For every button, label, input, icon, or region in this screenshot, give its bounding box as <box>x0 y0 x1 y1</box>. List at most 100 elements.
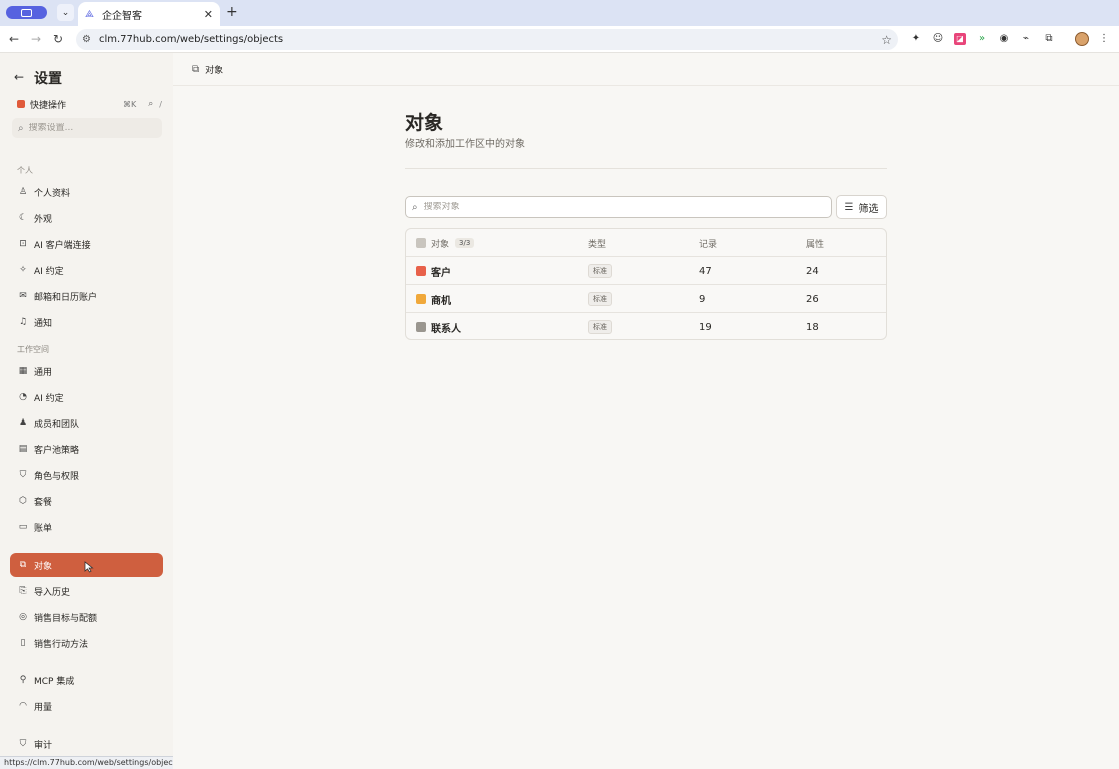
site-settings-icon[interactable]: ⚙ <box>82 34 91 45</box>
back-arrow-icon[interactable]: ← <box>14 70 24 84</box>
table-row[interactable]: 客户 标准 47 24 <box>406 257 886 285</box>
sidebar-item-user[interactable]: ♙ 个人资料 <box>10 180 163 204</box>
header-object: 对象 3/3 <box>416 229 475 257</box>
sidebar-item-ai[interactable]: ◔ AI 约定 <box>10 385 163 409</box>
tab-group-button[interactable] <box>6 6 47 19</box>
forward-icon[interactable]: → <box>31 32 41 46</box>
objects-icon: ⧉ <box>192 63 200 75</box>
sparkle-extension-icon[interactable]: ✦ <box>910 33 922 45</box>
robot-icon: ⊡ <box>19 239 27 249</box>
sidebar-item-label: 账单 <box>34 523 53 534</box>
table-row[interactable]: 联系人 标准 19 18 <box>406 313 886 339</box>
settings-search[interactable]: ⌕ <box>12 118 162 138</box>
object-type-cell: 标准 <box>588 313 612 339</box>
sidebar-item-gauge[interactable]: ◠ 用量 <box>10 694 163 718</box>
grid-icon: ▦ <box>18 366 28 376</box>
url-field[interactable]: ⚙ clm.77hub.com/web/settings/objects ☆ <box>76 29 898 50</box>
browser-menu-icon[interactable]: ⋮ <box>1098 33 1110 45</box>
new-tab-button[interactable]: + <box>226 4 238 20</box>
sidebar-item-shield[interactable]: ⛉ 角色与权限 <box>10 463 163 487</box>
tool-extension-icon[interactable]: ⌁ <box>1020 33 1032 45</box>
breadcrumb-label: 对象 <box>205 65 224 76</box>
sidebar-item-label: AI 约定 <box>34 393 64 404</box>
ai-icon: ◔ <box>19 392 27 402</box>
pink-extension-icon[interactable]: ◪ <box>954 33 966 45</box>
objects-table: 对象 3/3 类型 记录 属性 客户 标准 47 24 商机 标准 9 26 联系人 标准 19 18 <box>405 228 887 340</box>
sidebar-item-package[interactable]: ⬡ 套餐 <box>10 489 163 513</box>
sidebar-item-label: 销售目标与配额 <box>34 613 98 624</box>
sidebar-item-label: 个人资料 <box>34 188 71 199</box>
book-icon: ▯ <box>20 638 26 648</box>
user-icon: ♙ <box>18 187 28 197</box>
url-text[interactable]: clm.77hub.com/web/settings/objects <box>99 34 881 45</box>
sidebar-item-label: 成员和团队 <box>34 419 80 430</box>
records-cell: 19 <box>699 313 712 339</box>
settings-search-input[interactable] <box>28 123 149 133</box>
type-badge: 标准 <box>588 292 612 306</box>
object-search-input[interactable] <box>423 202 814 212</box>
filter-button[interactable]: ☰ 筛选 <box>836 195 887 219</box>
browser-tab-bar: ⌄ ⟁ 企企智客 ✕ + <box>0 0 1119 26</box>
moon-icon: ☾ <box>18 213 28 223</box>
face-extension-icon[interactable]: ☺ <box>932 33 944 45</box>
page-title: 对象 <box>405 112 444 134</box>
package-icon: ⬡ <box>19 496 27 506</box>
header-records: 记录 <box>699 239 718 250</box>
header-type: 类型 <box>588 239 607 250</box>
table-row[interactable]: 商机 标准 9 26 <box>406 285 886 313</box>
attributes-cell: 24 <box>806 257 819 285</box>
object-name: 联系人 <box>431 323 461 335</box>
window-icon <box>21 8 32 17</box>
sidebar-item-sparkle[interactable]: ✧ AI 约定 <box>10 258 163 282</box>
sidebar-item-book[interactable]: ▯ 销售行动方法 <box>10 631 163 655</box>
sidebar-item-users[interactable]: ♟ 成员和团队 <box>10 411 163 435</box>
records-value: 9 <box>699 293 706 305</box>
search-icon: ⌕ <box>412 201 418 213</box>
object-name: 客户 <box>431 267 451 279</box>
records-value: 47 <box>699 265 712 277</box>
sidebar-item-card[interactable]: ▭ 账单 <box>10 515 163 539</box>
profile-avatar[interactable] <box>1075 32 1089 46</box>
address-bar: ← → ↻ ⚙ clm.77hub.com/web/settings/objec… <box>0 26 1119 53</box>
attributes-cell: 18 <box>806 313 819 339</box>
sidebar-item-robot[interactable]: ⊡ AI 客户端连接 <box>10 232 163 256</box>
close-tab-icon[interactable]: ✕ <box>204 8 213 21</box>
sidebar-item-mail[interactable]: ✉ 邮箱和日历账户 <box>10 284 163 308</box>
reload-icon[interactable]: ↻ <box>53 32 63 46</box>
status-url: https://clm.77hub.com/web/settings/objec… <box>0 756 186 769</box>
object-search[interactable]: ⌕ <box>405 196 832 218</box>
sidebar-item-plug[interactable]: ⚲ MCP 集成 <box>10 668 163 692</box>
sidebar-item-label: 客户池策略 <box>34 445 80 456</box>
sidebar-item-target[interactable]: ◎ 销售目标与配额 <box>10 605 163 629</box>
browser-tab[interactable]: ⟁ 企企智客 ✕ <box>78 2 220 26</box>
tab-search-button[interactable]: ⌄ <box>57 4 74 21</box>
puzzle-extensions-icon[interactable]: ⧉ <box>1043 33 1055 45</box>
sidebar-item-moon[interactable]: ☾ 外观 <box>10 206 163 230</box>
objects-icon: ⧉ <box>19 560 27 570</box>
attributes-value: 18 <box>806 321 819 333</box>
search-icon[interactable]: ⌕ <box>148 99 153 109</box>
records-value: 19 <box>699 321 712 333</box>
sidebar-item-import[interactable]: ⎘ 导入历史 <box>10 579 163 603</box>
sidebar-item-bell[interactable]: ♫ 通知 <box>10 310 163 334</box>
section-workspace: 工作空间 <box>17 345 49 354</box>
quick-actions[interactable]: 快捷操作 ⌘K ⌕ / <box>17 97 162 111</box>
sidebar-item-label: 角色与权限 <box>34 471 80 482</box>
sidebar-item-audit[interactable]: ⛉ 审计 <box>10 732 163 756</box>
sidebar-item-label: AI 约定 <box>34 266 64 277</box>
back-icon[interactable]: ← <box>9 32 19 46</box>
plug-icon: ⚲ <box>19 675 27 685</box>
sidebar-title: 设置 <box>34 71 62 87</box>
table-header: 对象 3/3 类型 记录 属性 <box>406 229 886 257</box>
card-icon: ▭ <box>18 522 28 532</box>
sidebar-item-grid[interactable]: ▦ 通用 <box>10 359 163 383</box>
capture-extension-icon[interactable]: ◉ <box>998 33 1010 45</box>
sidebar-item-archive[interactable]: ▤ 客户池策略 <box>10 437 163 461</box>
green-extension-icon[interactable]: » <box>976 33 988 45</box>
type-badge: 标准 <box>588 264 612 278</box>
bookmark-star-icon[interactable]: ☆ <box>881 33 892 47</box>
header-object-label: 对象 <box>431 239 450 250</box>
object-icon <box>416 266 426 276</box>
sidebar-item-label: 邮箱和日历账户 <box>34 292 98 303</box>
records-cell: 9 <box>699 285 705 313</box>
